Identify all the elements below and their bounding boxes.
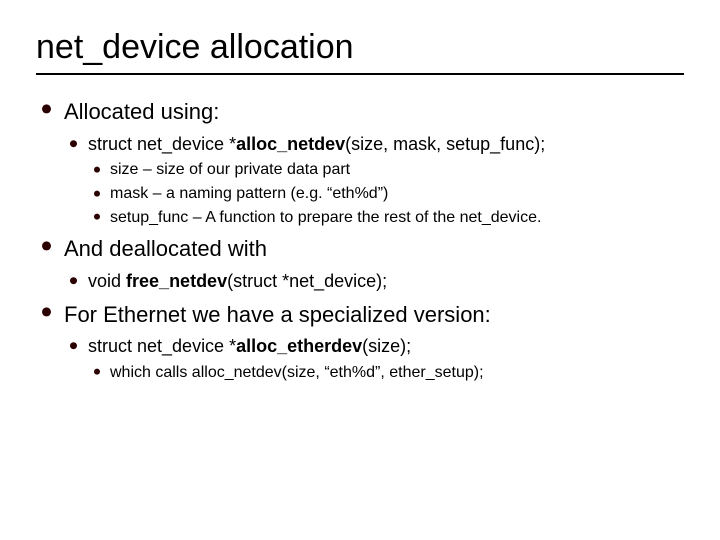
slide: net_device allocation Allocated using: s… [0,0,720,540]
list-item-label: size – size of our private data part [110,161,350,178]
list-item-label: mask – a naming pattern (e.g. “eth%d”) [110,185,388,202]
bullet-list: void free_netdev(struct *net_device); [64,270,684,293]
list-item: struct net_device *alloc_etherdev(size);… [64,335,684,383]
code-text: struct net_device * [88,336,236,356]
title-rule [36,73,684,75]
code-bold: free_netdev [126,271,227,291]
list-item: And deallocated with void free_netdev(st… [36,234,684,293]
code-bold: alloc_netdev [236,134,345,154]
list-item-label: setup_func – A function to prepare the r… [110,209,541,226]
list-item-label: For Ethernet we have a specialized versi… [64,302,491,327]
bullet-list: struct net_device *alloc_etherdev(size);… [64,335,684,383]
slide-title: net_device allocation [36,28,684,67]
code-text: (struct *net_device); [227,271,387,291]
bullet-list: struct net_device *alloc_netdev(size, ma… [64,133,684,229]
list-item: struct net_device *alloc_netdev(size, ma… [64,133,684,229]
code-text: (size); [362,336,411,356]
code-text: (size, mask, setup_func); [345,134,545,154]
bullet-list: size – size of our private data part mas… [88,160,684,228]
list-item: which calls alloc_netdev(size, “eth%d”, … [88,363,684,384]
code-text: void [88,271,126,291]
list-item-label: And deallocated with [64,236,267,261]
list-item: For Ethernet we have a specialized versi… [36,300,684,384]
list-item-label: Allocated using: [64,99,219,124]
code-text: struct net_device * [88,134,236,154]
code-bold: alloc_etherdev [236,336,362,356]
list-item: void free_netdev(struct *net_device); [64,270,684,293]
bullet-list: Allocated using: struct net_device *allo… [36,97,684,383]
list-item: size – size of our private data part [88,160,684,181]
list-item: mask – a naming pattern (e.g. “eth%d”) [88,184,684,205]
list-item: Allocated using: struct net_device *allo… [36,97,684,228]
list-item-label: which calls alloc_netdev(size, “eth%d”, … [110,364,484,381]
bullet-list: which calls alloc_netdev(size, “eth%d”, … [88,363,684,384]
list-item: setup_func – A function to prepare the r… [88,208,684,229]
